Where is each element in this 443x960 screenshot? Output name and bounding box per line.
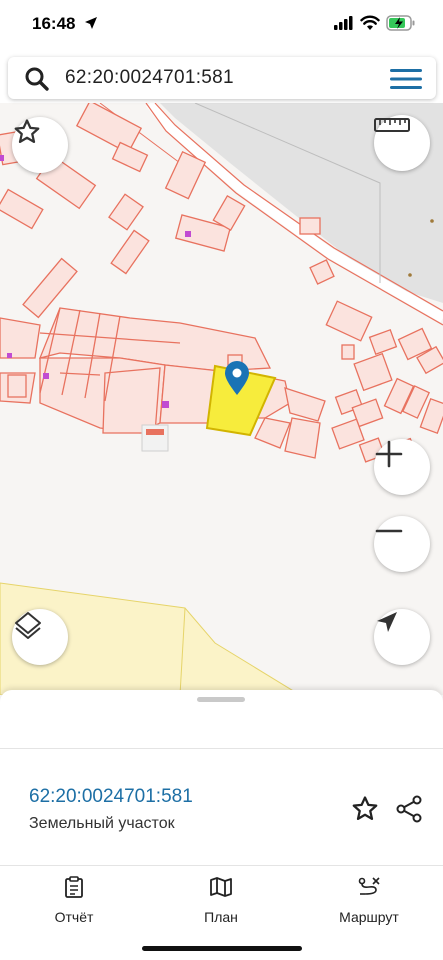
battery-charging-icon bbox=[386, 15, 415, 31]
search-icon[interactable] bbox=[24, 66, 50, 92]
divider bbox=[0, 865, 443, 866]
navigation-arrow-icon bbox=[377, 612, 397, 632]
tab-report-label: Отчёт bbox=[54, 909, 94, 925]
share-icon[interactable] bbox=[394, 794, 424, 824]
favorite-button[interactable] bbox=[12, 117, 68, 173]
parcel-id-link[interactable]: 62:20:0024701:581 bbox=[29, 786, 193, 808]
tab-plan[interactable]: План bbox=[171, 876, 271, 925]
ruler-button[interactable] bbox=[374, 115, 430, 171]
star-outline-icon bbox=[14, 119, 40, 143]
report-icon bbox=[65, 876, 83, 898]
divider bbox=[0, 748, 443, 749]
favorite-star-icon[interactable] bbox=[350, 794, 380, 824]
tab-route[interactable]: Маршрут bbox=[319, 876, 419, 925]
search-input[interactable]: 62:20:0024701:581 bbox=[65, 67, 234, 89]
tab-route-label: Маршрут bbox=[339, 909, 399, 925]
layers-button[interactable] bbox=[12, 609, 68, 665]
zoom-out-button[interactable] bbox=[374, 516, 430, 572]
search-bar[interactable]: 62:20:0024701:581 bbox=[8, 57, 436, 99]
locate-me-button[interactable] bbox=[374, 609, 430, 665]
tab-plan-label: План bbox=[204, 909, 238, 925]
plus-icon bbox=[375, 440, 403, 468]
home-indicator[interactable] bbox=[142, 946, 302, 951]
minus-icon bbox=[375, 529, 403, 533]
cellular-signal-icon bbox=[334, 16, 353, 30]
sheet-grabber[interactable] bbox=[197, 697, 245, 702]
ruler-icon bbox=[374, 118, 410, 132]
hamburger-menu-icon[interactable] bbox=[390, 68, 422, 90]
map-plan-icon bbox=[210, 877, 232, 897]
location-arrow-icon bbox=[85, 17, 97, 29]
map-canvas[interactable] bbox=[0, 103, 443, 695]
parcel-info-sheet[interactable]: 62:20:0024701:581 Земельный участок bbox=[0, 690, 443, 868]
bottom-tab-bar: Отчёт План Маршрут bbox=[0, 868, 443, 960]
zoom-in-button[interactable] bbox=[374, 439, 430, 495]
tab-report[interactable]: Отчёт bbox=[24, 876, 124, 925]
layers-icon bbox=[15, 612, 41, 639]
route-icon bbox=[358, 877, 380, 895]
cadastral-map[interactable] bbox=[0, 103, 443, 695]
wifi-icon bbox=[360, 15, 380, 30]
parcel-type-label: Земельный участок bbox=[29, 815, 175, 832]
status-bar: 16:48 bbox=[0, 0, 443, 52]
status-time: 16:48 bbox=[32, 14, 76, 33]
